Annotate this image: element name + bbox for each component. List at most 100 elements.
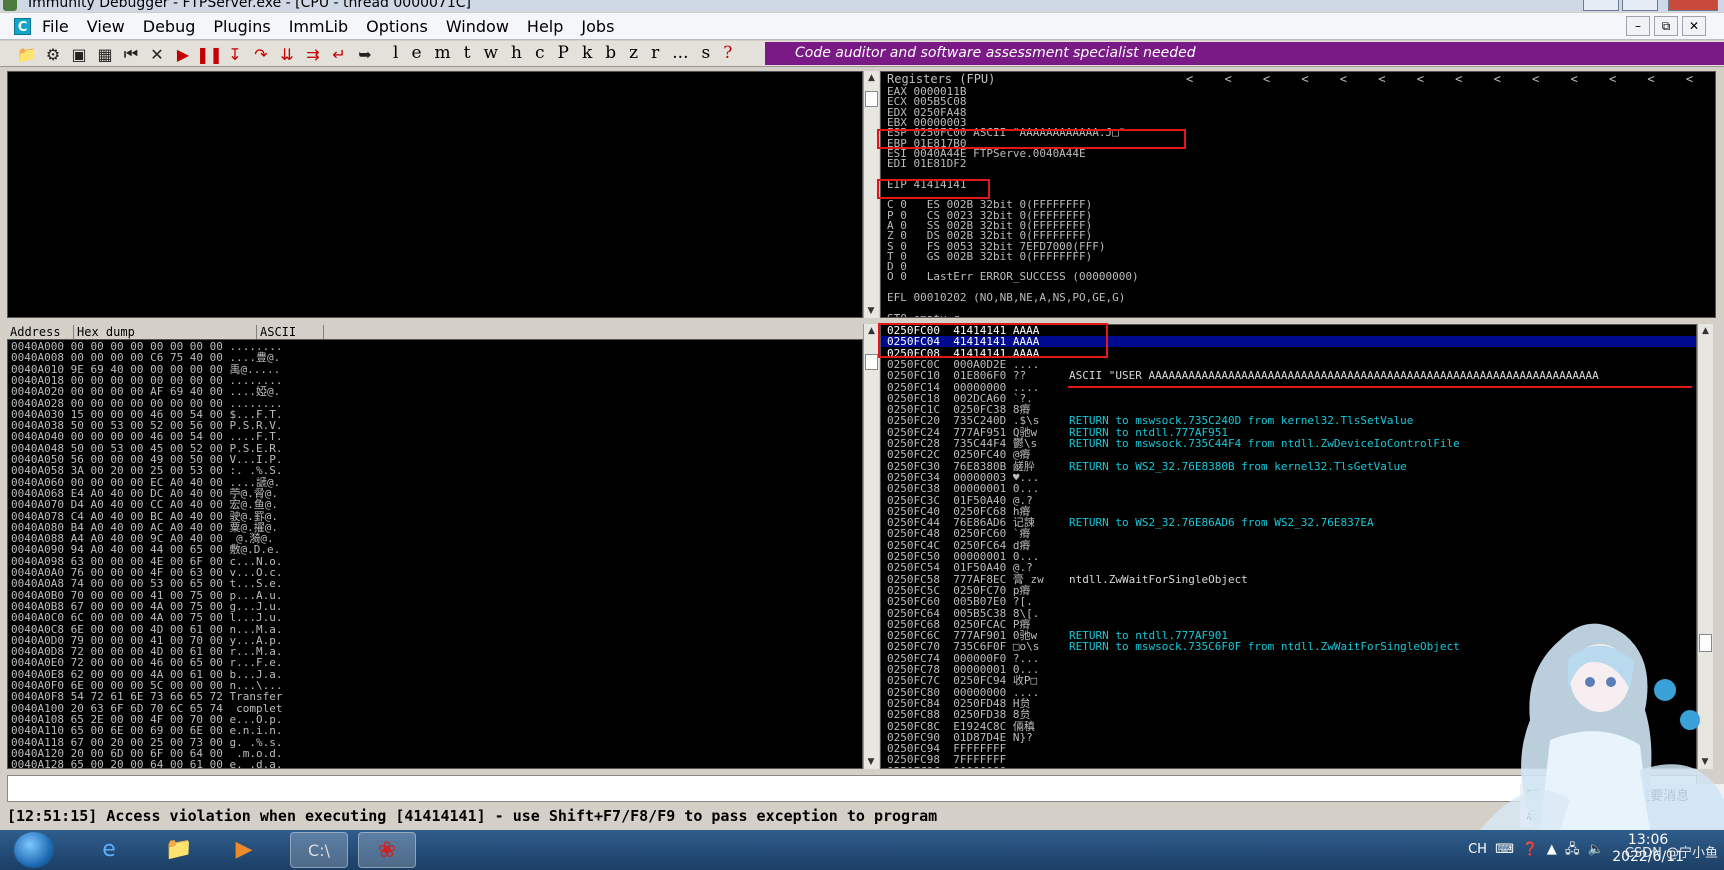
registers-pane[interactable]: Registers (FPU) < < < < < < < < < < < < … — [880, 71, 1716, 318]
hexdump-row[interactable]: 0040A118 67 00 20 00 25 00 73 00 g. .%.s… — [11, 737, 283, 748]
menu-window[interactable]: Window — [446, 17, 509, 36]
taskbar-immunity-debugger[interactable]: ❀ — [358, 832, 416, 868]
close-program-icon[interactable]: ✕ — [144, 45, 170, 64]
column-address[interactable]: Address — [7, 325, 74, 339]
tray-expand-icon[interactable]: ▲ — [1543, 842, 1557, 857]
run-icon[interactable]: ▶ — [170, 45, 196, 64]
attach-icon[interactable]: ⚙ — [40, 45, 66, 64]
menu-options[interactable]: Options — [366, 17, 428, 36]
stack-pane[interactable]: 0250FC00 41414141 AAAA 0250FC04 41414141 … — [880, 324, 1697, 769]
command-line-input[interactable] — [7, 775, 1697, 802]
volume-icon[interactable]: 🔈 — [1584, 842, 1604, 857]
register-line[interactable]: T 0 GS 002B 32bit 0(FFFFFFFF) — [887, 251, 1092, 262]
registers-header[interactable]: Registers (FPU) < < < < < < < < < < < < … — [881, 72, 1715, 86]
scroll-up-arrow[interactable]: ▲ — [1698, 324, 1713, 338]
taskbar-media-player[interactable]: ▶ — [215, 832, 273, 868]
source-button[interactable]: s — [702, 43, 711, 63]
scroll-up-arrow[interactable]: ▲ — [864, 71, 879, 85]
input-language[interactable]: CH — [1468, 842, 1487, 857]
hexdump-pane[interactable]: 0040A000 00 00 00 00 00 00 00 00 .......… — [7, 339, 863, 769]
call-stack-button[interactable]: k — [582, 43, 592, 63]
action-center-notification[interactable]: 解决 PC 问题: 2 条重要消息 总共 4 条消息 — [1520, 784, 1724, 828]
keyboard-icon[interactable]: ⌨ — [1491, 842, 1514, 857]
hardware-breakpoints-button[interactable]: z — [629, 43, 638, 63]
hexdump-row[interactable]: 0040A0E0 72 00 00 00 46 00 65 00 r...F.e… — [11, 657, 283, 668]
hexdump-row[interactable]: 0040A0A8 74 00 00 00 53 00 65 00 t...S.e… — [11, 578, 283, 589]
grid-icon[interactable]: ▦ — [92, 45, 118, 64]
restart-icon[interactable]: ⏮ — [118, 44, 144, 64]
register-view-arrows[interactable]: < < < < < < < < < < < < < < — [1186, 72, 1693, 86]
scroll-up-arrow[interactable]: ▲ — [864, 324, 879, 338]
column-hex-dump[interactable]: Hex dump — [74, 325, 257, 339]
executable-modules-button[interactable]: e — [411, 43, 421, 63]
maximize-button[interactable] — [1622, 0, 1658, 11]
execute-till-return-icon[interactable]: ↵ — [326, 45, 352, 64]
toolbar-banner[interactable]: Code auditor and software assessment spe… — [765, 42, 1724, 65]
step-into-icon[interactable]: ↧ — [222, 45, 248, 64]
hexdump-row[interactable]: 0040A040 00 00 00 00 46 00 54 00 ....F.T… — [11, 431, 283, 442]
hexdump-row[interactable]: 0040A060 00 00 00 00 EC A0 40 00 ....謕@. — [11, 477, 280, 488]
pause-icon[interactable]: ❚❚ — [196, 45, 223, 64]
hexdump-row[interactable]: 0040A078 C4 A0 40 00 BC A0 40 00 驶@.罫@. — [11, 511, 278, 522]
trace-into-icon[interactable]: ⇊ — [274, 45, 300, 64]
help-button[interactable]: ? — [723, 43, 732, 63]
taskbar-explorer[interactable]: 📁 — [150, 832, 208, 868]
windows-button[interactable]: w — [483, 43, 498, 63]
disassembly-pane[interactable] — [7, 71, 863, 318]
scroll-thumb[interactable] — [865, 91, 878, 107]
hexdump-row[interactable]: 0040A0B0 70 00 00 00 41 00 75 00 p...A.u… — [11, 590, 283, 601]
system-tray[interactable]: CH ⌨ ❓ ▲ 🖧 🔈 — [1468, 840, 1604, 862]
patches-button[interactable]: P — [558, 43, 569, 63]
cpu-window-icon[interactable]: C — [14, 18, 31, 35]
help-icon[interactable]: ❓ — [1518, 842, 1538, 857]
hexdump-row[interactable]: 0040A028 00 00 00 00 00 00 00 00 .......… — [11, 398, 283, 409]
menu-help[interactable]: Help — [527, 17, 563, 36]
mdi-minimize-button[interactable]: – — [1626, 16, 1650, 36]
column-ascii[interactable]: ASCII — [257, 325, 324, 339]
hexdump-row[interactable]: 0040A070 D4 A0 40 00 CC A0 40 00 宏@.鱼@. — [11, 499, 278, 510]
stack-row[interactable]: 0250FC9C 00000000 — [887, 766, 1013, 768]
hexdump-scrollbar[interactable]: ▲ ▼ — [863, 324, 879, 769]
menu-immlib[interactable]: ImmLib — [289, 17, 348, 36]
memory-map-button[interactable]: m — [435, 43, 451, 63]
hexdump-row[interactable]: 0040A0F8 54 72 61 6E 73 66 65 72 Transfe… — [11, 691, 283, 702]
menu-jobs[interactable]: Jobs — [581, 17, 614, 36]
register-line[interactable]: ST0 empty g — [887, 313, 960, 317]
cpu-button[interactable]: c — [535, 43, 545, 63]
hexdump-row[interactable]: 0040A100 20 63 6F 6D 70 6C 65 74 complet — [11, 703, 283, 714]
mdi-close-button[interactable]: ✕ — [1682, 16, 1706, 36]
hexdump-row[interactable]: 0040A090 94 A0 40 00 44 00 65 00 敷@.D.e. — [11, 544, 280, 555]
hexdump-row[interactable]: 0040A010 9E 69 40 00 00 00 00 00 禹@..... — [11, 364, 280, 375]
threads-button[interactable]: t — [464, 43, 471, 63]
mdi-restore-button[interactable]: ⧉ — [1654, 16, 1678, 36]
hexdump-row[interactable]: 0040A110 65 00 6E 00 69 00 6E 00 e.n.i.n… — [11, 725, 283, 736]
scroll-thumb[interactable] — [1699, 634, 1712, 652]
open-folder-icon[interactable]: 📁 — [14, 45, 40, 64]
hexdump-row[interactable]: 0040A020 00 00 00 00 AF 69 40 00 ....婭@. — [11, 386, 280, 397]
handles-button[interactable]: h — [511, 43, 522, 63]
menu-plugins[interactable]: Plugins — [213, 17, 270, 36]
start-button[interactable] — [14, 832, 54, 868]
breakpoints-button[interactable]: b — [605, 43, 616, 63]
register-line[interactable]: EFL 00010202 (NO,NB,NE,A,NS,PO,GE,G) — [887, 292, 1125, 303]
minimize-button[interactable] — [1583, 0, 1619, 11]
hexdump-row[interactable]: 0040A128 65 00 20 00 64 00 61 00 e. .d.a… — [11, 759, 283, 768]
run-trace-button[interactable]: r — [651, 43, 659, 63]
network-icon[interactable]: 🖧 — [1561, 842, 1580, 857]
step-over-icon[interactable]: ↷ — [248, 45, 274, 64]
go-to-address-icon[interactable]: ➥ — [352, 45, 378, 64]
taskbar-ie[interactable]: e — [80, 832, 138, 868]
scroll-thumb[interactable] — [865, 354, 878, 370]
scroll-down-arrow[interactable]: ▼ — [864, 304, 878, 318]
hexdump-row[interactable]: 0040A0C8 6E 00 00 00 4D 00 61 00 n...M.a… — [11, 624, 283, 635]
menu-debug[interactable]: Debug — [143, 17, 196, 36]
hexdump-row[interactable]: 0040A008 00 00 00 00 C6 75 40 00 ....豊@. — [11, 352, 280, 363]
log-window-button[interactable]: l — [393, 43, 398, 63]
close-window-button[interactable] — [1668, 0, 1718, 11]
register-line[interactable]: O 0 LastErr ERROR_SUCCESS (00000000) — [887, 271, 1139, 282]
taskbar-cmd[interactable]: C:\ — [290, 832, 348, 868]
hexdump-row[interactable]: 0040A058 3A 00 20 00 25 00 53 00 :. .%.S… — [11, 465, 283, 476]
hexdump-row[interactable]: 0040A0C0 6C 00 00 00 4A 00 75 00 l...J.u… — [11, 612, 283, 623]
scroll-down-arrow[interactable]: ▼ — [1698, 755, 1712, 769]
stack-scrollbar[interactable]: ▲ ▼ — [1697, 324, 1713, 769]
